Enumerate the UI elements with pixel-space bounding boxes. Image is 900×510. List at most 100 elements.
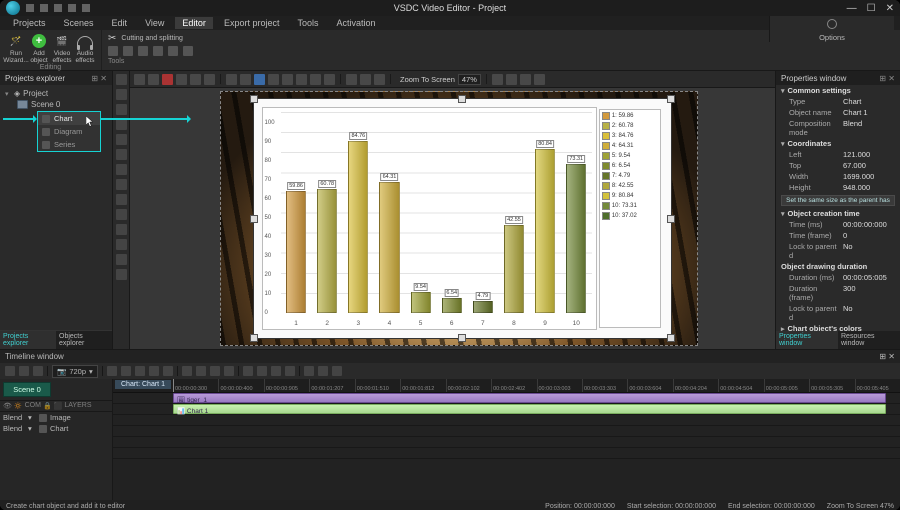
tool-button[interactable] bbox=[324, 74, 335, 85]
tool-button[interactable] bbox=[271, 366, 281, 376]
object-tool-button[interactable] bbox=[116, 239, 127, 250]
tool-button[interactable] bbox=[296, 74, 307, 85]
tool-button[interactable] bbox=[176, 74, 187, 85]
resize-handle[interactable] bbox=[667, 95, 675, 103]
same-size-button[interactable]: Set the same size as the parent has bbox=[781, 195, 895, 206]
resize-handle[interactable] bbox=[250, 215, 258, 223]
panel-close-icon[interactable]: ⊞ ✕ bbox=[91, 74, 107, 83]
submenu-diagram[interactable]: Diagram bbox=[38, 125, 100, 138]
tool-button[interactable] bbox=[33, 366, 43, 376]
tool-button[interactable] bbox=[196, 366, 206, 376]
tool-button[interactable] bbox=[492, 74, 503, 85]
tool-button[interactable] bbox=[224, 366, 234, 376]
close-button[interactable]: ✕ bbox=[886, 3, 894, 14]
maximize-button[interactable]: ☐ bbox=[867, 3, 876, 14]
tool-button[interactable] bbox=[304, 366, 314, 376]
menu-tools[interactable]: Tools bbox=[290, 17, 325, 29]
chart-object[interactable]: 59.8660.7884.7664.319.546.544.7942.5580.… bbox=[253, 98, 672, 339]
menu-scenes[interactable]: Scenes bbox=[57, 17, 101, 29]
tool-button[interactable] bbox=[318, 366, 328, 376]
menu-projects[interactable]: Projects bbox=[6, 17, 53, 29]
tab-objects-explorer[interactable]: Objects explorer bbox=[56, 330, 112, 349]
resize-handle[interactable] bbox=[458, 95, 466, 103]
tool-button[interactable] bbox=[243, 366, 253, 376]
tool-button[interactable] bbox=[240, 74, 251, 85]
zoom-mode-select[interactable]: Zoom To Screen bbox=[400, 75, 455, 84]
resize-handle[interactable] bbox=[250, 334, 258, 342]
audio-effects-button[interactable]: Audio effects bbox=[75, 33, 95, 64]
timeline-object-tab[interactable]: Chart: Chart 1 bbox=[115, 380, 171, 389]
tool-button[interactable] bbox=[148, 74, 159, 85]
tool-button[interactable] bbox=[138, 46, 148, 56]
tab-properties[interactable]: Properties window bbox=[776, 331, 838, 349]
run-wizard-button[interactable]: 🪄 Run Wizard... bbox=[6, 33, 26, 64]
timeline-clip[interactable]: 🖼 tiger_1 bbox=[173, 393, 886, 403]
play-end-button[interactable] bbox=[163, 366, 173, 376]
video-effects-button[interactable]: 🎬 Video effects bbox=[52, 33, 72, 64]
play-start-button[interactable] bbox=[107, 366, 117, 376]
tool-button[interactable] bbox=[534, 74, 545, 85]
scene-tab[interactable]: Scene 0 bbox=[3, 382, 51, 397]
tool-button[interactable] bbox=[134, 74, 145, 85]
next-frame-button[interactable] bbox=[149, 366, 159, 376]
tree-node-scene[interactable]: Scene 0 bbox=[5, 99, 107, 110]
tool-button[interactable] bbox=[360, 74, 371, 85]
object-tool-button[interactable] bbox=[116, 119, 127, 130]
object-tool-button[interactable] bbox=[116, 149, 127, 160]
tool-button[interactable] bbox=[374, 74, 385, 85]
tool-button[interactable] bbox=[153, 46, 163, 56]
menu-export-project[interactable]: Export project bbox=[217, 17, 287, 29]
object-tool-button[interactable] bbox=[116, 74, 127, 85]
object-tool-button[interactable] bbox=[116, 179, 127, 190]
delete-button[interactable] bbox=[162, 74, 173, 85]
tool-button[interactable] bbox=[19, 366, 29, 376]
tool-button[interactable] bbox=[108, 46, 118, 56]
timeline-layer-row[interactable]: Blend▾Chart bbox=[0, 423, 112, 434]
resize-handle[interactable] bbox=[458, 334, 466, 342]
tool-button[interactable] bbox=[123, 46, 133, 56]
tool-button[interactable] bbox=[285, 366, 295, 376]
tool-button[interactable] bbox=[190, 74, 201, 85]
playhead[interactable] bbox=[173, 379, 174, 393]
resize-handle[interactable] bbox=[250, 95, 258, 103]
tool-button[interactable] bbox=[168, 46, 178, 56]
tool-button[interactable] bbox=[310, 74, 321, 85]
object-tool-button[interactable] bbox=[116, 164, 127, 175]
minimize-button[interactable]: — bbox=[847, 3, 857, 14]
panel-close-icon[interactable]: ⊞ ✕ bbox=[879, 352, 895, 361]
tool-button[interactable] bbox=[332, 366, 342, 376]
tool-button[interactable] bbox=[204, 74, 215, 85]
object-tool-button[interactable] bbox=[116, 209, 127, 220]
timeline-clip[interactable]: 📊 Chart 1 bbox=[173, 404, 886, 414]
object-tool-button[interactable] bbox=[116, 269, 127, 280]
prev-frame-button[interactable] bbox=[121, 366, 131, 376]
tool-button[interactable] bbox=[182, 366, 192, 376]
resize-handle[interactable] bbox=[667, 215, 675, 223]
play-button[interactable] bbox=[135, 366, 145, 376]
object-tool-button[interactable] bbox=[116, 104, 127, 115]
canvas[interactable]: 59.8660.7884.7664.319.546.544.7942.5580.… bbox=[130, 88, 775, 349]
tool-button[interactable] bbox=[257, 366, 267, 376]
object-tool-button[interactable] bbox=[116, 254, 127, 265]
tool-button[interactable] bbox=[210, 366, 220, 376]
resize-handle[interactable] bbox=[667, 334, 675, 342]
tool-button[interactable] bbox=[506, 74, 517, 85]
add-object-button[interactable]: + Add object bbox=[29, 33, 49, 64]
tool-button[interactable] bbox=[282, 74, 293, 85]
menu-edit[interactable]: Edit bbox=[105, 17, 135, 29]
tab-resources[interactable]: Resources window bbox=[838, 331, 900, 349]
object-tool-button[interactable] bbox=[116, 224, 127, 235]
object-tool-button[interactable] bbox=[116, 89, 127, 100]
object-tool-button[interactable] bbox=[116, 194, 127, 205]
tool-button[interactable] bbox=[520, 74, 531, 85]
tool-button[interactable] bbox=[5, 366, 15, 376]
tool-button[interactable] bbox=[254, 74, 265, 85]
menu-editor[interactable]: Editor bbox=[175, 17, 213, 29]
submenu-chart[interactable]: Chart bbox=[38, 112, 100, 125]
tool-button[interactable] bbox=[346, 74, 357, 85]
zoom-value[interactable]: 47% bbox=[458, 74, 481, 85]
object-tool-button[interactable] bbox=[116, 134, 127, 145]
tool-button[interactable] bbox=[268, 74, 279, 85]
submenu-series[interactable]: Series bbox=[38, 138, 100, 151]
tool-button[interactable] bbox=[226, 74, 237, 85]
